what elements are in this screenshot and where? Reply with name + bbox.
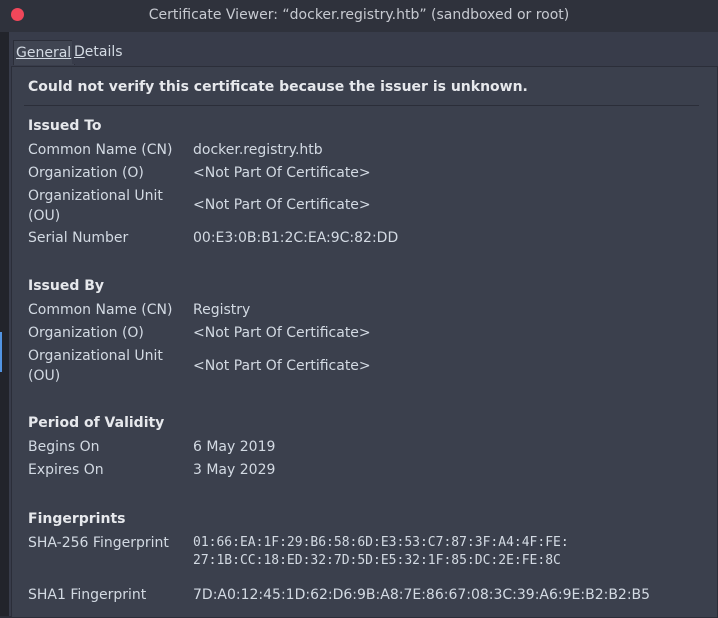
sha256-label: SHA-256 Fingerprint xyxy=(28,535,169,551)
sha256-value-line1: 01:66:EA:1F:29:B6:58:6D:E3:53:C7:87:3F:A… xyxy=(193,535,569,550)
issued-to-ou-label-line1: Organizational Unit xyxy=(28,188,163,204)
issued-to-o-label: Organization (O) xyxy=(28,165,144,181)
tab-general[interactable]: General xyxy=(13,40,75,65)
window-title: Certificate Viewer: “docker.registry.htb… xyxy=(148,7,570,23)
issued-to-ou-value: <Not Part Of Certificate> xyxy=(193,197,371,213)
issued-by-cn-value: Registry xyxy=(193,302,251,318)
background-window-strip xyxy=(0,32,9,616)
issued-to-cn-label: Common Name (CN) xyxy=(28,142,173,158)
validity-title: Period of Validity xyxy=(28,415,165,431)
title-bar: Certificate Viewer: “docker.registry.htb… xyxy=(0,0,718,33)
certificate-dialog: General Details Could not verify this ce… xyxy=(9,32,718,618)
issued-by-cn-label: Common Name (CN) xyxy=(28,302,173,318)
expires-on-label: Expires On xyxy=(28,462,104,478)
tab-details[interactable]: Details xyxy=(72,40,128,64)
background-accent xyxy=(0,332,2,372)
issued-to-cn-value: docker.registry.htb xyxy=(193,142,323,158)
divider xyxy=(24,105,699,106)
general-panel: Could not verify this certificate becaus… xyxy=(11,66,718,618)
issued-by-title: Issued By xyxy=(28,278,105,294)
issued-to-title: Issued To xyxy=(28,118,102,134)
tab-details-mnemonic: D xyxy=(74,44,85,60)
issued-by-o-label: Organization (O) xyxy=(28,325,144,341)
issued-by-ou-label-line2: (OU) xyxy=(28,368,61,384)
issued-by-ou-label-line1: Organizational Unit xyxy=(28,348,163,364)
sha1-label: SHA1 Fingerprint xyxy=(28,587,147,603)
serial-number-label: Serial Number xyxy=(28,230,129,246)
serial-number-value: 00:E3:0B:B1:2C:EA:9C:82:DD xyxy=(193,230,399,246)
sha256-value-line2: 27:1B:CC:18:ED:32:7D:5D:E5:32:1F:85:DC:2… xyxy=(193,553,561,568)
fingerprints-title: Fingerprints xyxy=(28,511,126,527)
issued-by-o-value: <Not Part Of Certificate> xyxy=(193,325,371,341)
begins-on-value: 6 May 2019 xyxy=(193,439,276,455)
sha1-value: 7D:A0:12:45:1D:62:D6:9B:A8:7E:86:67:08:3… xyxy=(193,587,651,603)
issued-to-ou-label-line2: (OU) xyxy=(28,208,61,224)
issued-to-o-value: <Not Part Of Certificate> xyxy=(193,165,371,181)
expires-on-value: 3 May 2029 xyxy=(193,462,276,478)
begins-on-label: Begins On xyxy=(28,439,100,455)
tab-details-label: etails xyxy=(84,44,123,60)
verification-warning: Could not verify this certificate becaus… xyxy=(28,79,528,95)
issued-by-ou-value: <Not Part Of Certificate> xyxy=(193,358,371,374)
